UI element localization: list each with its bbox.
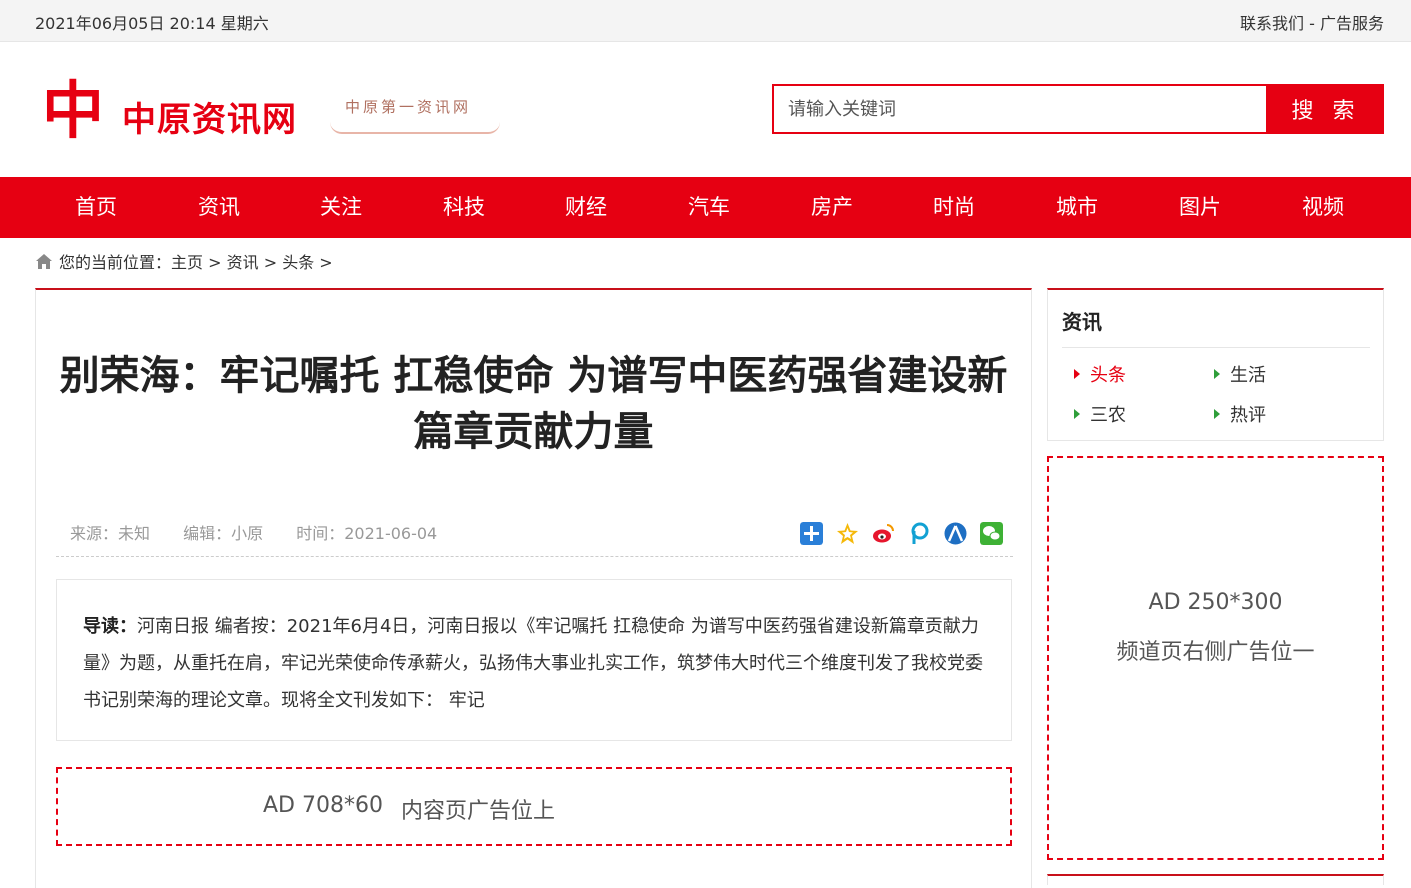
breadcrumb-sep: > [314,253,333,272]
pengyou-icon[interactable] [908,522,931,545]
breadcrumb-sep: > [258,253,283,272]
contact-link[interactable]: 联系我们 [1240,14,1304,33]
qzone-icon[interactable] [836,522,859,545]
logo-name: 中原资讯网 [122,100,297,140]
summary-text: 河南日报 编者按：2021年6月4日，河南日报以《牢记嘱托 扛稳使命 为谱写中医… [83,616,983,711]
article-panel: 别荣海：牢记嘱托 扛稳使命 为谱写中医药强省建设新篇章贡献力量 来源：未知 编辑… [35,288,1032,888]
breadcrumb-sub[interactable]: 头条 [282,253,314,272]
article-time: 时间：2021-06-04 [296,524,438,543]
current-datetime: 2021年06月05日 20:14 星期六 [35,14,269,33]
meta-divider [56,556,1013,557]
nav-item-video[interactable]: 视频 [1268,177,1378,238]
site-logo[interactable]: 中 中原资讯网 中原第一资讯网 [40,80,510,150]
share-bar [792,522,1003,546]
sidebar-ad-label: 频道页右侧广告位一 [1116,640,1315,665]
sidebar-next-box [1047,874,1384,885]
breadcrumb-home[interactable]: 主页 [171,253,203,272]
sidebar-ad-size: AD 250*300 [1148,590,1283,615]
sidebar-divider [1062,347,1370,348]
nav-item-focus[interactable]: 关注 [286,177,396,238]
nav-item-city[interactable]: 城市 [1022,177,1132,238]
sidebar-item-agriculture[interactable]: 三农 [1074,401,1126,427]
weibo-icon[interactable] [872,522,895,545]
sidebar-item-comments[interactable]: 热评 [1214,401,1266,427]
sidebar-title: 资讯 [1062,310,1102,334]
nav-item-finance[interactable]: 财经 [531,177,641,238]
breadcrumb-sep: > [203,253,227,272]
top-bar: 2021年06月05日 20:14 星期六 联系我们 - 广告服务 [0,0,1411,42]
breadcrumb-prefix: 您的当前位置： [59,253,172,272]
article-editor: 编辑：小原 [183,524,264,543]
content-ad-size: AD 708*60 [263,793,383,818]
top-links-separator: - [1304,14,1320,33]
logo-swoosh [330,122,500,134]
search-button[interactable]: 搜 索 [1268,84,1384,134]
main-nav: 首页 资讯 关注 科技 财经 汽车 房产 时尚 城市 图片 视频 [0,177,1411,238]
nav-item-home[interactable]: 首页 [41,177,151,238]
breadcrumb: 您的当前位置：主页 > 资讯 > 头条 > [35,252,333,274]
content-ad-label: 内容页广告位上 [401,799,556,824]
home-icon [36,254,52,269]
article-summary: 导读：河南日报 编者按：2021年6月4日，河南日报以《牢记嘱托 扛稳使命 为谱… [56,579,1012,741]
logo-slogan: 中原第一资讯网 [345,98,472,116]
search-input[interactable] [772,84,1268,134]
sidebar-news-box: 资讯 头条 生活 三农 热评 [1047,288,1384,441]
share-more-icon[interactable] [799,522,823,545]
logo-mark: 中 [42,74,105,147]
article-source: 来源：未知 [70,524,151,543]
nav-item-photos[interactable]: 图片 [1145,177,1255,238]
nav-item-realestate[interactable]: 房产 [777,177,887,238]
summary-label: 导读： [83,616,137,637]
renren-icon[interactable] [944,522,967,545]
sidebar-item-headlines[interactable]: 头条 [1074,361,1126,387]
nav-item-tech[interactable]: 科技 [409,177,519,238]
nav-item-fashion[interactable]: 时尚 [899,177,1009,238]
top-links: 联系我们 - 广告服务 [1240,10,1384,34]
content-ad-top[interactable]: AD 708*60 内容页广告位上 [56,767,1012,846]
sidebar-ad[interactable]: AD 250*300 频道页右侧广告位一 [1047,456,1384,860]
breadcrumb-section[interactable]: 资讯 [227,253,259,272]
ads-service-link[interactable]: 广告服务 [1320,14,1384,33]
nav-item-auto[interactable]: 汽车 [654,177,764,238]
article-meta: 来源：未知 编辑：小原 时间：2021-06-04 [70,520,465,544]
sidebar-item-life[interactable]: 生活 [1214,361,1266,387]
wechat-icon[interactable] [980,522,1003,545]
article-title: 别荣海：牢记嘱托 扛稳使命 为谱写中医药强省建设新篇章贡献力量 [59,353,1008,455]
nav-item-news[interactable]: 资讯 [164,177,274,238]
